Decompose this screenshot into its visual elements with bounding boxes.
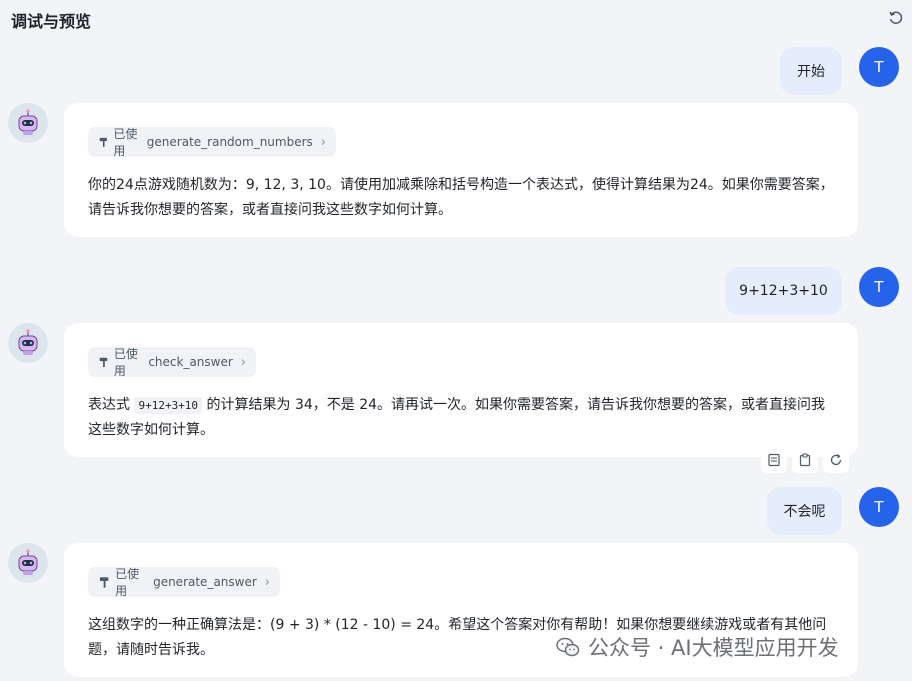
header: 调试与预览 [0,0,912,36]
robot-icon [18,109,38,135]
notes-icon [768,453,780,467]
robot-icon [18,329,38,355]
hammer-icon [99,577,109,588]
user-avatar: T [859,47,899,87]
notes-button[interactable] [760,447,787,473]
page-title: 调试与预览 [11,12,92,31]
refresh-icon[interactable] [888,10,904,26]
user-message-text: 开始 [797,64,825,80]
bot-message-card: 已使用 generate_random_numbers › 你的24点游戏随机数… [64,103,858,237]
chevron-right-icon: › [264,574,270,590]
chevron-right-icon: › [240,354,246,370]
hammer-icon [99,137,107,147]
bot-message-card: 已使用 check_answer › 表达式 9+12+3+10 的计算结果为 … [64,323,858,457]
hammer-icon [99,357,108,368]
watermark: 公众号 · AI大模型应用开发 [556,632,839,662]
user-avatar-letter: T [874,278,884,296]
user-avatar: T [859,267,899,307]
bot-text-before: 表达式 [88,397,130,413]
code-expression: 9+12+3+10 [134,397,203,414]
bot-avatar [8,323,48,363]
tool-call-chip[interactable]: 已使用 check_answer › [88,347,256,378]
tool-used-label: 已使用 [113,347,138,378]
tool-call-chip[interactable]: 已使用 generate_random_numbers › [88,127,336,158]
user-message-bubble: 不会呢 [767,487,842,535]
bot-avatar [8,103,48,143]
watermark-text: 公众号 · AI大模型应用开发 [588,636,839,660]
regenerate-icon [831,454,842,466]
bot-avatar [8,543,48,583]
chevron-right-icon: › [320,134,326,150]
user-avatar-letter: T [874,58,884,76]
user-message-bubble: 开始 [780,47,842,95]
user-avatar-letter: T [874,498,884,516]
copy-icon [799,453,811,467]
regenerate-button[interactable] [823,447,850,473]
robot-icon [18,549,38,575]
tool-name: generate_random_numbers [146,135,313,149]
user-avatar: T [859,487,899,527]
copy-button[interactable] [791,447,818,473]
tool-call-chip[interactable]: 已使用 generate_answer › [88,567,280,598]
bot-message-text: 表达式 9+12+3+10 的计算结果为 34，不是 24。请再试一次。如果你需… [88,393,834,443]
user-message-bubble: 9+12+3+10 [725,267,842,315]
tool-used-label: 已使用 [115,567,140,598]
user-message-text: 不会呢 [783,504,826,520]
message-actions [758,446,852,474]
tool-used-label: 已使用 [113,127,138,158]
bot-message-text: 你的24点游戏随机数为：9, 12, 3, 10。请使用加减乘除和括号构造一个表… [88,177,834,218]
wechat-icon [556,637,580,657]
tool-name: generate_answer [153,575,257,589]
tool-name: check_answer [148,355,233,369]
user-message-text: 9+12+3+10 [739,283,828,299]
